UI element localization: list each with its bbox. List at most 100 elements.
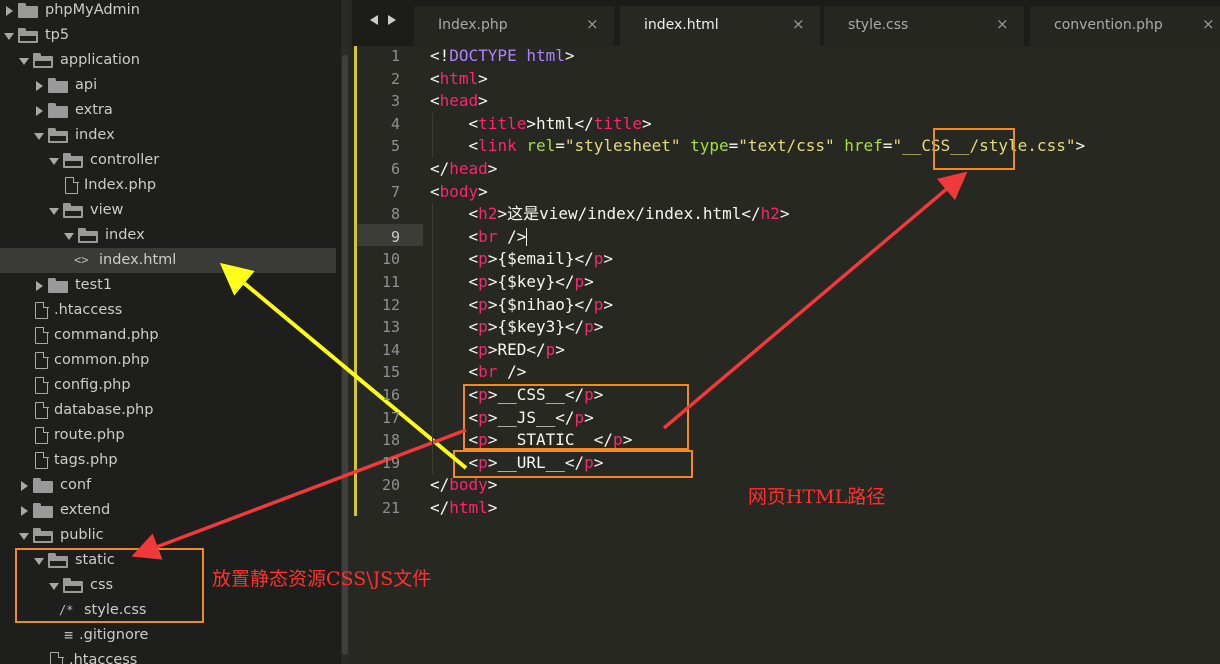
code-line[interactable]: <html>	[430, 68, 488, 91]
code-line[interactable]: <br />	[430, 226, 528, 249]
tab-close-icon[interactable]: ×	[996, 15, 1009, 33]
tab-prev-arrow-icon[interactable]	[370, 15, 378, 25]
tree-item-label: test1	[75, 277, 113, 293]
tree-file-config-php[interactable]: config.php	[0, 373, 336, 398]
tree-file--htaccess[interactable]: .htaccess	[0, 648, 336, 664]
tab-convention-php[interactable]: convention.php ×	[1030, 6, 1220, 46]
code-token: p	[478, 339, 488, 359]
disclosure-right-icon[interactable]	[19, 498, 31, 523]
code-line[interactable]: <body>	[430, 181, 488, 204]
disclosure-down-icon[interactable]	[49, 148, 61, 173]
code-line[interactable]: <p>{$email}</p>	[430, 248, 614, 271]
code-token: "stylesheet"	[564, 136, 681, 156]
tab-label: index.html	[644, 17, 719, 33]
tree-folder-index[interactable]: index	[0, 223, 336, 248]
tree-file-index-php[interactable]: Index.php	[0, 173, 336, 198]
code-line[interactable]: <p>{$nihao}</p>	[430, 294, 614, 317]
tab-style-css[interactable]: style.css ×	[824, 6, 1024, 46]
tree-file--htaccess[interactable]: .htaccess	[0, 298, 336, 323]
disclosure-down-icon[interactable]	[49, 198, 61, 223]
disclosure-down-icon[interactable]	[19, 523, 31, 548]
tree-folder-view[interactable]: view	[0, 198, 336, 223]
code-line[interactable]: <h2>这是view/index/index.html</h2>	[430, 203, 790, 226]
tree-folder-extra[interactable]: extra	[0, 98, 336, 123]
folder-icon	[48, 78, 68, 93]
tree-file-database-php[interactable]: database.php	[0, 398, 336, 423]
disclosure-right-icon[interactable]	[34, 98, 46, 123]
tree-file-common-php[interactable]: common.php	[0, 348, 336, 373]
code-token: >{$key}</	[487, 272, 575, 291]
tree-item-label: Index.php	[84, 177, 157, 193]
code-line[interactable]: <br />	[430, 361, 527, 384]
disclosure-right-icon[interactable]	[34, 273, 46, 298]
tree-file--gitignore[interactable]: ≡ .gitignore	[0, 623, 336, 648]
disclosure-down-icon[interactable]	[64, 223, 76, 248]
disclosure-right-icon[interactable]	[19, 473, 31, 498]
code-token: <	[430, 136, 479, 156]
tab-index-html[interactable]: index.html ×	[620, 6, 820, 46]
code-token: p	[478, 317, 488, 337]
code-line[interactable]: <p>RED</p>	[430, 339, 565, 362]
tab-next-arrow-icon[interactable]	[388, 15, 396, 25]
tree-item-label: .htaccess	[54, 302, 123, 318]
tree-folder-application[interactable]: application	[0, 48, 336, 73]
tree-folder-extend[interactable]: extend	[0, 498, 336, 523]
code-token: link	[478, 136, 517, 156]
code-token: h2	[478, 204, 498, 224]
line-number: 8	[390, 205, 400, 224]
tree-file-command-php[interactable]: command.php	[0, 323, 336, 348]
tree-file-tags-php[interactable]: tags.php	[0, 448, 336, 473]
disclosure-down-icon[interactable]	[34, 123, 46, 148]
code-line[interactable]: </head>	[430, 158, 497, 181]
code-token: p	[478, 272, 488, 291]
line-number: 14	[381, 340, 400, 359]
code-token: h2	[760, 204, 780, 224]
tree-folder-api[interactable]: api	[0, 73, 336, 98]
line-number: 10	[381, 250, 400, 269]
code-line[interactable]: <title>html</title>	[430, 113, 652, 136]
tree-item-label: command.php	[54, 327, 159, 343]
code-token: href	[844, 136, 883, 156]
tree-folder-tp5[interactable]: tp5	[0, 23, 336, 48]
tab-close-icon[interactable]: ×	[1202, 15, 1215, 33]
folder-open-icon	[78, 228, 98, 243]
line-number: 13	[381, 318, 400, 337]
tree-file-index-html[interactable]: <> index.html	[0, 248, 336, 273]
code-token: p	[478, 294, 488, 314]
disclosure-down-icon[interactable]	[4, 23, 16, 48]
disclosure-right-icon[interactable]	[4, 0, 16, 23]
tree-file-route-php[interactable]: route.php	[0, 423, 336, 448]
tree-folder-conf[interactable]: conf	[0, 473, 336, 498]
disclosure-down-icon[interactable]	[19, 48, 31, 73]
folder-open-icon	[33, 53, 53, 68]
code-token: >	[487, 498, 498, 517]
code-token: >RED</	[487, 339, 546, 359]
code-token: html	[526, 46, 565, 65]
code-line[interactable]: <!DOCTYPE html>	[430, 45, 575, 68]
tab-close-icon[interactable]: ×	[586, 15, 599, 33]
static-constants-highlight-box	[463, 384, 689, 450]
tab-label: convention.php	[1054, 17, 1163, 33]
code-token: >这是view/index/index.html</	[497, 204, 761, 224]
disclosure-right-icon[interactable]	[34, 73, 46, 98]
code-line[interactable]: <p>{$key3}</p>	[430, 316, 604, 339]
tree-folder-controller[interactable]: controller	[0, 148, 336, 173]
tree-item-label: extra	[75, 102, 113, 118]
folder-open-icon	[63, 203, 83, 218]
code-line[interactable]: <head>	[430, 90, 488, 113]
code-token: =	[728, 136, 739, 156]
file-icon	[50, 651, 64, 664]
tree-folder-test1[interactable]: test1	[0, 273, 336, 298]
code-token: =	[882, 136, 893, 156]
code-token: >	[478, 68, 488, 88]
tree-folder-index[interactable]: index	[0, 123, 336, 148]
tab-index-php[interactable]: Index.php ×	[414, 6, 614, 46]
code-line[interactable]: </html>	[430, 497, 497, 520]
tree-folder-public[interactable]: public	[0, 523, 336, 548]
tab-close-icon[interactable]: ×	[792, 15, 805, 33]
code-line[interactable]: <p>{$key}</p>	[430, 271, 594, 294]
code-token: >	[584, 272, 594, 291]
tree-folder-phpmyadmin[interactable]: phpMyAdmin	[0, 0, 336, 23]
